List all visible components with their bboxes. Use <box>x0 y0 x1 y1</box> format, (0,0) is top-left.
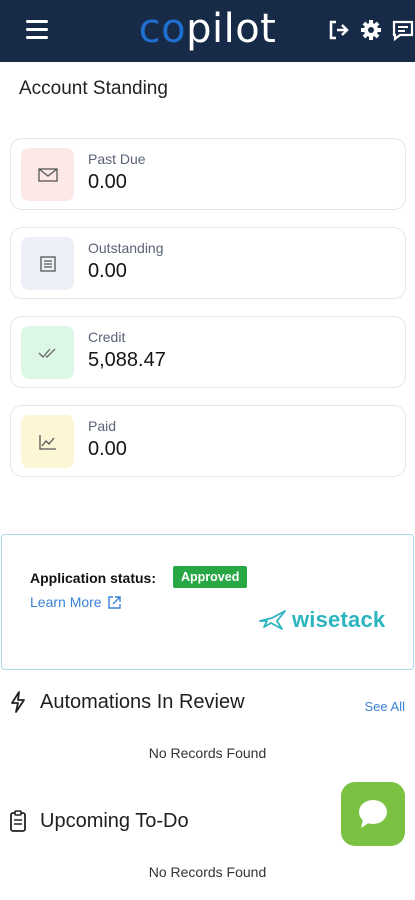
top-bar: copilot <box>0 0 415 62</box>
header-actions <box>327 18 415 42</box>
outstanding-value: 0.00 <box>88 260 127 282</box>
wisetack-brand: wisetack <box>292 607 386 632</box>
learn-more-link[interactable]: Learn More <box>30 594 122 610</box>
bird-icon <box>259 610 286 630</box>
credit-card[interactable]: Credit 5,088.47 <box>10 316 406 388</box>
outstanding-card[interactable]: Outstanding 0.00 <box>10 227 406 299</box>
paid-value: 0.00 <box>88 438 127 460</box>
logout-icon[interactable] <box>327 18 351 42</box>
credit-label: Credit <box>88 329 126 345</box>
todo-empty-message: No Records Found <box>148 864 267 880</box>
automations-empty-message: No Records Found <box>148 745 267 761</box>
lightning-icon <box>11 691 25 713</box>
todo-header: Upcoming To-Do <box>8 809 189 833</box>
status-badge: Approved <box>173 566 248 588</box>
paid-card[interactable]: Paid 0.00 <box>10 405 406 477</box>
chat-button[interactable] <box>341 782 405 846</box>
logo-part-pilot: pilot <box>186 6 277 52</box>
message-icon[interactable] <box>391 18 415 42</box>
chat-bubble-icon <box>359 800 387 828</box>
gear-icon[interactable] <box>359 18 383 42</box>
past-due-value: 0.00 <box>88 171 127 193</box>
credit-value: 5,088.47 <box>88 349 166 371</box>
past-due-label: Past Due <box>88 151 146 167</box>
todo-title: Upcoming To-Do <box>40 809 189 832</box>
application-status-panel: Application status: Approved Learn More … <box>1 534 414 670</box>
chart-line-icon <box>21 415 74 468</box>
document-icon <box>21 237 74 290</box>
outstanding-label: Outstanding <box>88 240 164 256</box>
past-due-card[interactable]: Past Due 0.00 <box>10 138 406 210</box>
automations-header: Automations In Review <box>8 690 245 714</box>
paid-label: Paid <box>88 418 117 434</box>
logo-part-co: co <box>138 6 187 52</box>
learn-more-label: Learn More <box>30 594 102 610</box>
automations-title: Automations In Review <box>40 690 245 713</box>
application-status-label: Application status: <box>30 570 157 586</box>
external-link-icon <box>107 595 121 609</box>
double-check-icon <box>21 326 74 379</box>
envelope-icon <box>21 148 74 201</box>
see-all-link[interactable]: See All <box>365 699 405 714</box>
account-standing-title: Account Standing <box>19 78 168 99</box>
wisetack-logo: wisetack <box>258 607 385 633</box>
clipboard-icon <box>10 810 26 832</box>
